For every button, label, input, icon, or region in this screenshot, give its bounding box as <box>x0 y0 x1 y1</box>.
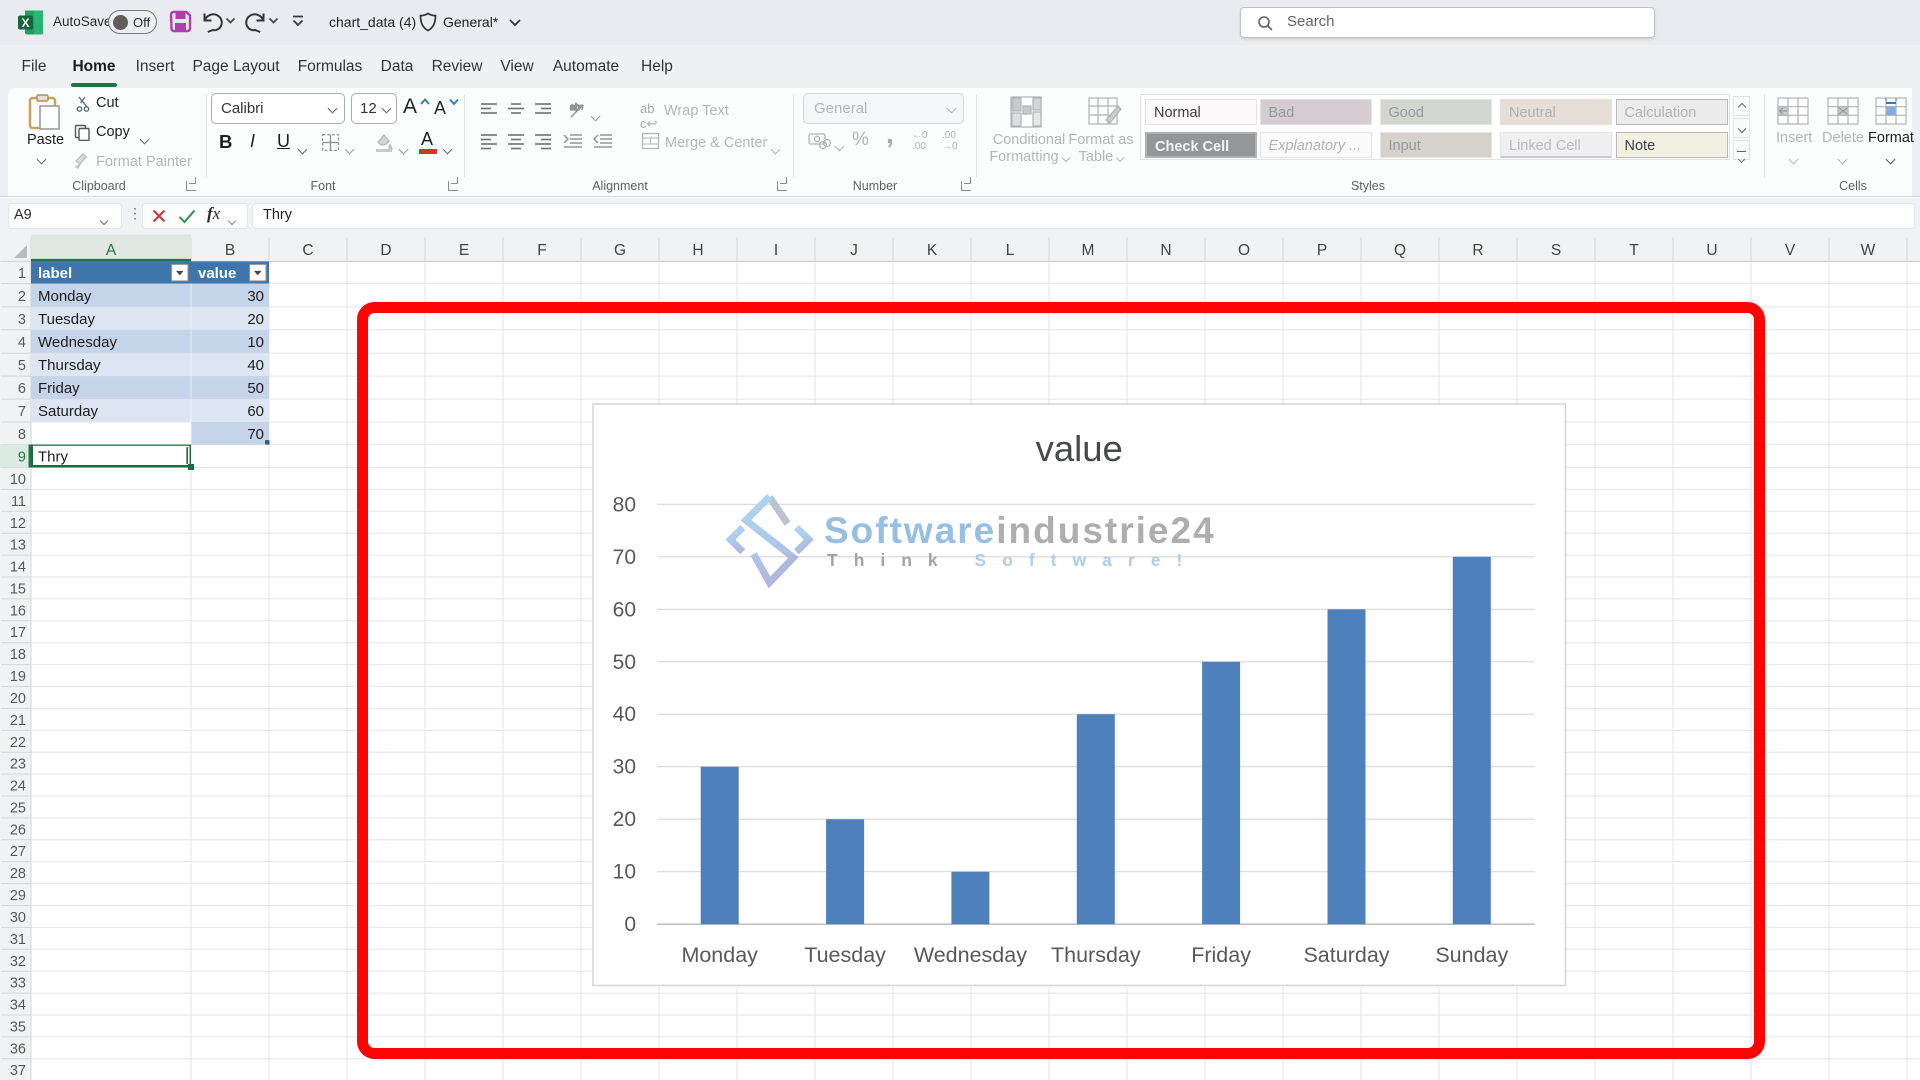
svg-text:D: D <box>380 242 391 259</box>
svg-text:37: 37 <box>10 1063 26 1079</box>
svg-text:J: J <box>850 242 858 259</box>
svg-text:35: 35 <box>10 1020 26 1036</box>
svg-text:C: C <box>302 242 313 259</box>
svg-text:36: 36 <box>10 1041 26 1057</box>
svg-text:1: 1 <box>18 266 26 282</box>
svg-text:12: 12 <box>10 516 26 532</box>
svg-text:Saturday: Saturday <box>1303 943 1389 967</box>
svg-text:70: 70 <box>247 426 264 443</box>
svg-text:Q: Q <box>1394 242 1406 259</box>
svg-text:15: 15 <box>10 582 26 598</box>
svg-text:50: 50 <box>613 651 636 674</box>
svg-text:33: 33 <box>10 976 26 992</box>
svg-text:32: 32 <box>10 954 26 970</box>
svg-text:4: 4 <box>18 335 26 351</box>
svg-text:Wednesday: Wednesday <box>914 943 1027 967</box>
svg-text:M: M <box>1082 242 1095 259</box>
svg-text:19: 19 <box>10 669 26 685</box>
svg-text:7: 7 <box>18 404 26 420</box>
svg-text:0: 0 <box>624 913 636 936</box>
svg-text:30: 30 <box>247 288 264 305</box>
svg-text:23: 23 <box>10 757 26 773</box>
svg-text:Thursday: Thursday <box>1051 943 1141 967</box>
svg-text:20: 20 <box>10 691 26 707</box>
svg-text:16: 16 <box>10 603 26 619</box>
svg-text:Saturday: Saturday <box>38 403 99 420</box>
svg-text:31: 31 <box>10 932 26 948</box>
svg-text:14: 14 <box>10 560 26 576</box>
svg-text:70: 70 <box>613 546 636 569</box>
svg-text:2: 2 <box>18 289 26 305</box>
svg-text:3: 3 <box>18 312 26 328</box>
svg-text:21: 21 <box>10 713 26 729</box>
svg-text:27: 27 <box>10 844 26 860</box>
svg-text:T: T <box>1629 242 1639 259</box>
svg-text:5: 5 <box>18 358 26 374</box>
svg-text:30: 30 <box>613 756 636 779</box>
svg-text:Softwareindustrie24: Softwareindustrie24 <box>824 510 1216 551</box>
svg-text:60: 60 <box>247 403 264 420</box>
svg-text:N: N <box>1160 242 1171 259</box>
svg-text:50: 50 <box>247 380 264 397</box>
svg-text:60: 60 <box>613 598 636 621</box>
svg-text:I: I <box>774 242 778 259</box>
svg-text:R: R <box>1472 242 1483 259</box>
svg-text:G: G <box>614 242 626 259</box>
svg-text:25: 25 <box>10 801 26 817</box>
svg-text:30: 30 <box>10 910 26 926</box>
svg-text:O: O <box>1238 242 1250 259</box>
svg-text:Wednesday: Wednesday <box>38 334 117 351</box>
svg-text:10: 10 <box>247 334 264 351</box>
svg-text:24: 24 <box>10 779 26 795</box>
svg-text:Monday: Monday <box>681 943 758 967</box>
svg-text:value: value <box>1036 428 1123 469</box>
svg-text:29: 29 <box>10 888 26 904</box>
svg-text:Friday: Friday <box>1191 943 1251 967</box>
svg-text:label: label <box>38 265 72 282</box>
svg-text:B: B <box>225 242 235 259</box>
svg-text:10: 10 <box>613 861 636 884</box>
svg-text:80: 80 <box>613 493 636 516</box>
svg-text:U: U <box>1706 242 1717 259</box>
svg-text:V: V <box>1785 242 1796 259</box>
svg-text:26: 26 <box>10 822 26 838</box>
svg-text:28: 28 <box>10 866 26 882</box>
svg-text:H: H <box>692 242 703 259</box>
svg-text:value: value <box>198 265 236 282</box>
svg-text:Friday: Friday <box>38 380 80 397</box>
svg-text:20: 20 <box>613 808 636 831</box>
svg-text:F: F <box>537 242 546 259</box>
svg-text:Monday: Monday <box>38 288 92 305</box>
svg-text:11: 11 <box>11 494 26 510</box>
svg-text:Thursday: Thursday <box>38 357 101 374</box>
svg-text:17: 17 <box>10 625 26 641</box>
svg-text:E: E <box>459 242 469 259</box>
svg-text:13: 13 <box>10 538 26 554</box>
svg-text:40: 40 <box>613 703 636 726</box>
svg-text:8: 8 <box>18 427 26 443</box>
svg-text:20: 20 <box>247 311 264 328</box>
svg-text:9: 9 <box>18 450 26 466</box>
svg-text:34: 34 <box>10 998 26 1014</box>
svg-text:A: A <box>106 242 117 259</box>
svg-text:18: 18 <box>10 647 26 663</box>
svg-text:K: K <box>927 242 938 259</box>
svg-text:22: 22 <box>10 735 26 751</box>
svg-text:L: L <box>1006 242 1015 259</box>
svg-text:Thry: Thry <box>38 449 69 466</box>
svg-text:W: W <box>1861 242 1876 259</box>
svg-text:6: 6 <box>18 381 26 397</box>
svg-text:P: P <box>1317 242 1327 259</box>
svg-text:Tuesday: Tuesday <box>804 943 886 967</box>
svg-text:S: S <box>1551 242 1561 259</box>
svg-text:Sunday: Sunday <box>1435 943 1508 967</box>
svg-text:Tuesday: Tuesday <box>38 311 95 328</box>
svg-text:Think Software!: Think Software! <box>827 550 1198 570</box>
svg-text:10: 10 <box>10 472 26 488</box>
svg-text:40: 40 <box>247 357 264 374</box>
